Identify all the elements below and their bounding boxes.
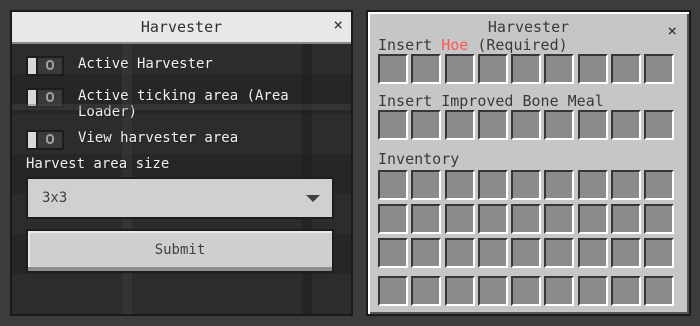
inventory-row-2 (378, 204, 678, 234)
toggle-row-view-area: View harvester area (26, 130, 308, 150)
hoe-label-highlight: Hoe (441, 36, 469, 54)
inventory-slot[interactable] (378, 204, 408, 234)
inventory-slot[interactable] (378, 238, 408, 268)
toggle-off-icon (46, 134, 54, 144)
inventory-slot[interactable] (644, 170, 675, 200)
bone-meal-slot[interactable] (544, 110, 575, 140)
inventory-slot[interactable] (644, 204, 675, 234)
toggle-off-icon (46, 60, 54, 70)
hotbar-row (378, 276, 678, 306)
area-size-label: Harvest area size (26, 156, 170, 172)
hotbar-slot[interactable] (477, 276, 508, 306)
inventory-slot[interactable] (477, 238, 508, 268)
inventory-slot[interactable] (411, 238, 442, 268)
inventory-slot[interactable] (378, 170, 408, 200)
inventory-slot[interactable] (577, 204, 608, 234)
bone-meal-slot[interactable] (378, 110, 408, 140)
hotbar-slot[interactable] (378, 276, 408, 306)
bone-meal-slot[interactable] (577, 110, 608, 140)
toggle-knob (26, 130, 38, 150)
hotbar-slot[interactable] (544, 276, 575, 306)
inventory-slot[interactable] (544, 204, 575, 234)
inventory-slot[interactable] (444, 238, 475, 268)
hoe-slot-label: Insert Hoe (Required) (378, 36, 568, 54)
hoe-label-suffix: (Required) (477, 36, 568, 54)
view-area-label: View harvester area (78, 130, 239, 146)
bone-meal-slot[interactable] (511, 110, 542, 140)
inventory-slot[interactable] (477, 204, 508, 234)
inventory-slot[interactable] (611, 170, 642, 200)
hotbar-slot[interactable] (444, 276, 475, 306)
hotbar-slot[interactable] (644, 276, 675, 306)
hoe-label-prefix: Insert (378, 36, 433, 54)
hoe-slot[interactable] (611, 54, 642, 84)
inventory-row-1 (378, 170, 678, 200)
inventory-slot[interactable] (544, 238, 575, 268)
area-size-value: 3x3 (42, 190, 68, 206)
screen: Harvester × Active Harvester Active tick… (0, 0, 700, 326)
hoe-slot[interactable] (544, 54, 575, 84)
active-harvester-label: Active Harvester (78, 56, 213, 72)
bone-meal-slot[interactable] (444, 110, 475, 140)
bone-meal-slot[interactable] (611, 110, 642, 140)
view-area-toggle[interactable] (26, 130, 64, 150)
bone-meal-slot[interactable] (411, 110, 442, 140)
active-harvester-toggle[interactable] (26, 56, 64, 76)
hoe-slot[interactable] (577, 54, 608, 84)
bone-meal-slot-label: Insert Improved Bone Meal (378, 92, 604, 110)
hoe-slot[interactable] (511, 54, 542, 84)
inventory-slot[interactable] (544, 170, 575, 200)
inventory-slot[interactable] (444, 204, 475, 234)
submit-button[interactable]: Submit (26, 229, 334, 273)
bone-meal-slot[interactable] (644, 110, 675, 140)
bone-meal-slot-row (378, 110, 678, 140)
inventory-slot[interactable] (611, 238, 642, 268)
hotbar-slot[interactable] (511, 276, 542, 306)
harvester-inventory-panel: Harvester × Insert Hoe (Required) Insert… (366, 10, 691, 316)
caret-down-icon (306, 195, 320, 202)
toggle-off-icon (46, 92, 54, 102)
hoe-slot[interactable] (378, 54, 408, 84)
area-size-dropdown[interactable]: 3x3 (26, 177, 334, 219)
inventory-slot[interactable] (511, 170, 542, 200)
harvester-settings-panel: Harvester × Active Harvester Active tick… (10, 10, 353, 316)
settings-body: Active Harvester Active ticking area (Ar… (12, 44, 351, 314)
hoe-slot[interactable] (444, 54, 475, 84)
toggle-knob (26, 56, 38, 76)
settings-title: Harvester (140, 18, 223, 36)
hoe-slot[interactable] (411, 54, 442, 84)
bone-meal-slot[interactable] (477, 110, 508, 140)
settings-close-icon[interactable]: × (333, 16, 343, 34)
toggle-row-active-harvester: Active Harvester (26, 56, 308, 76)
inventory-slot[interactable] (477, 170, 508, 200)
inventory-slot[interactable] (511, 238, 542, 268)
inventory-slot[interactable] (611, 204, 642, 234)
hoe-slot[interactable] (477, 54, 508, 84)
toggle-knob (26, 88, 38, 108)
hotbar-slot[interactable] (411, 276, 442, 306)
inventory-slot[interactable] (411, 170, 442, 200)
inventory-slot[interactable] (511, 204, 542, 234)
settings-header: Harvester × (12, 12, 351, 44)
hoe-slot[interactable] (644, 54, 675, 84)
inventory-close-icon[interactable]: × (667, 22, 677, 40)
hoe-slot-row (378, 54, 678, 84)
inventory-title: Harvester (487, 18, 570, 36)
hotbar-slot[interactable] (577, 276, 608, 306)
inventory-slot[interactable] (644, 238, 675, 268)
inventory-slot[interactable] (444, 170, 475, 200)
ticking-area-toggle[interactable] (26, 88, 64, 108)
inventory-slot[interactable] (411, 204, 442, 234)
hotbar-slot[interactable] (611, 276, 642, 306)
inventory-slot[interactable] (577, 170, 608, 200)
toggle-row-ticking-area: Active ticking area (Area Loader) (26, 88, 308, 120)
inventory-label: Inventory (378, 150, 460, 168)
ticking-area-label: Active ticking area (Area Loader) (78, 88, 289, 120)
inventory-row-3 (378, 238, 678, 268)
inventory-slot[interactable] (577, 238, 608, 268)
